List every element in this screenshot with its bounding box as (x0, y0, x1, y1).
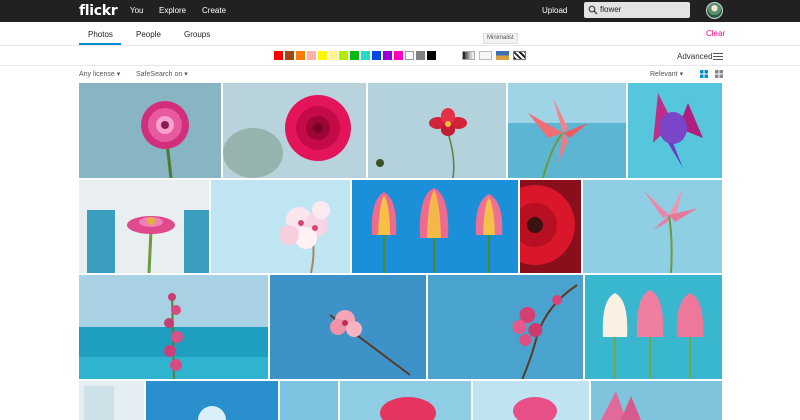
photo-tile[interactable] (628, 83, 722, 178)
style-pattern[interactable] (513, 51, 526, 60)
color-swatch[interactable] (372, 51, 382, 60)
photo-tile[interactable] (270, 275, 426, 379)
color-swatch[interactable] (415, 51, 425, 60)
justified-view-icon[interactable] (700, 70, 708, 78)
tab-photos[interactable]: Photos (88, 30, 113, 39)
color-swatch[interactable] (295, 51, 305, 60)
photo-tile[interactable] (211, 180, 350, 273)
search-icon (588, 5, 598, 15)
color-swatch[interactable] (350, 51, 360, 60)
photo-tile[interactable] (79, 275, 268, 379)
top-nav: flickr You Explore Create Upload (0, 0, 800, 22)
clear-button[interactable]: Clear (706, 29, 725, 38)
nav-upload[interactable]: Upload (542, 6, 567, 15)
photo-tile[interactable] (591, 381, 722, 420)
color-swatch[interactable] (284, 51, 294, 60)
photo-tile[interactable] (585, 275, 722, 379)
color-swatch[interactable] (361, 51, 371, 60)
advanced-button[interactable]: Advanced (677, 52, 713, 61)
style-minimalist[interactable] (479, 51, 492, 60)
photo-tile[interactable] (223, 83, 366, 178)
nav-create[interactable]: Create (202, 6, 226, 15)
sort-dropdown[interactable]: Relevant ▾ (650, 70, 683, 78)
safesearch-label: SafeSearch on (136, 71, 183, 78)
photo-tile[interactable] (79, 381, 144, 420)
photo-tile[interactable] (352, 180, 518, 273)
color-swatch[interactable] (339, 51, 349, 60)
style-black-white[interactable] (462, 51, 475, 60)
photo-tile[interactable] (368, 83, 506, 178)
search-box[interactable] (584, 2, 690, 18)
active-tab-indicator (79, 43, 121, 45)
color-swatch[interactable] (317, 51, 327, 60)
color-swatch[interactable] (306, 51, 316, 60)
style-depth-of-field[interactable] (496, 51, 509, 60)
tab-people[interactable]: People (136, 30, 161, 39)
photo-tile[interactable] (520, 180, 581, 273)
search-input[interactable] (600, 5, 686, 14)
sliders-icon[interactable] (713, 52, 723, 61)
color-swatch[interactable] (426, 51, 436, 60)
photo-tile[interactable] (340, 381, 471, 420)
photo-tile[interactable] (473, 381, 589, 420)
style-tooltip: Minimalist (483, 33, 518, 44)
photo-tile[interactable] (583, 180, 722, 273)
nav-you[interactable]: You (130, 6, 144, 15)
photo-tile[interactable] (428, 275, 583, 379)
photo-tile[interactable] (146, 381, 278, 420)
sort-label: Relevant (650, 71, 678, 78)
license-label: Any license (79, 71, 115, 78)
avatar[interactable] (706, 2, 723, 19)
grid-view-icon[interactable] (715, 70, 723, 78)
safesearch-dropdown[interactable]: SafeSearch on ▾ (136, 70, 188, 78)
chevron-down-icon: ▾ (184, 71, 188, 78)
color-swatch[interactable] (274, 51, 283, 60)
color-swatch[interactable] (404, 51, 414, 60)
photo-tile[interactable] (280, 381, 338, 420)
chevron-down-icon: ▾ (116, 71, 121, 78)
search-tabs: Photos People Groups Clear (0, 22, 800, 46)
color-swatch[interactable] (383, 51, 392, 60)
photo-tile[interactable] (508, 83, 626, 178)
photo-tile[interactable] (79, 83, 221, 178)
color-swatch[interactable] (393, 51, 403, 60)
color-swatch[interactable] (328, 51, 338, 60)
tab-groups[interactable]: Groups (184, 30, 210, 39)
license-dropdown[interactable]: Any license ▾ (79, 70, 120, 78)
flickr-logo[interactable]: flickr (79, 3, 118, 19)
photo-tile[interactable] (79, 180, 209, 273)
chevron-down-icon: ▾ (679, 71, 684, 78)
nav-explore[interactable]: Explore (159, 6, 186, 15)
